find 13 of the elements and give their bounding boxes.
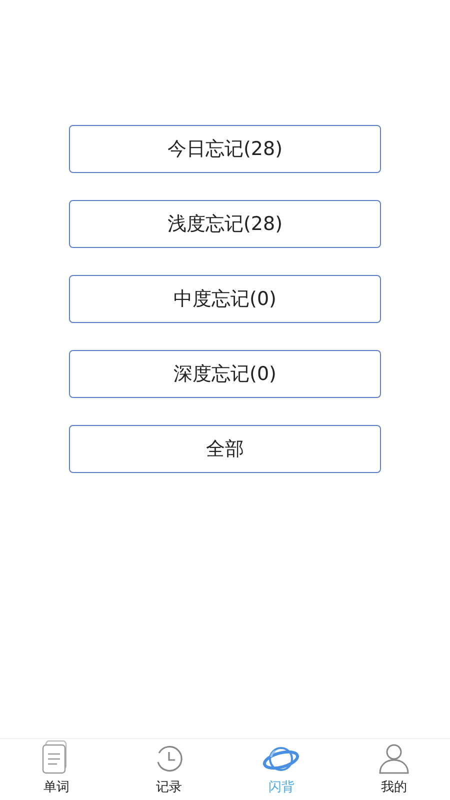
tab-item[interactable]: 我的 bbox=[338, 739, 450, 800]
tab-label: 闪背 bbox=[268, 778, 294, 796]
filter-button[interactable]: 全部 bbox=[69, 425, 381, 473]
filter-button[interactable]: 今日忘记(28) bbox=[69, 125, 381, 173]
tab-label: 单词 bbox=[43, 778, 70, 796]
tab-item[interactable]: 单词 bbox=[0, 739, 112, 800]
filter-button[interactable]: 深度忘记(0) bbox=[69, 350, 381, 398]
filter-button[interactable]: 浅度忘记(28) bbox=[69, 200, 381, 248]
tab-label: 记录 bbox=[156, 778, 182, 796]
tab-item[interactable]: 记录 bbox=[112, 739, 225, 800]
person-icon bbox=[378, 742, 410, 774]
filter-button[interactable]: 中度忘记(0) bbox=[69, 275, 381, 323]
tab-label: 我的 bbox=[380, 778, 407, 796]
